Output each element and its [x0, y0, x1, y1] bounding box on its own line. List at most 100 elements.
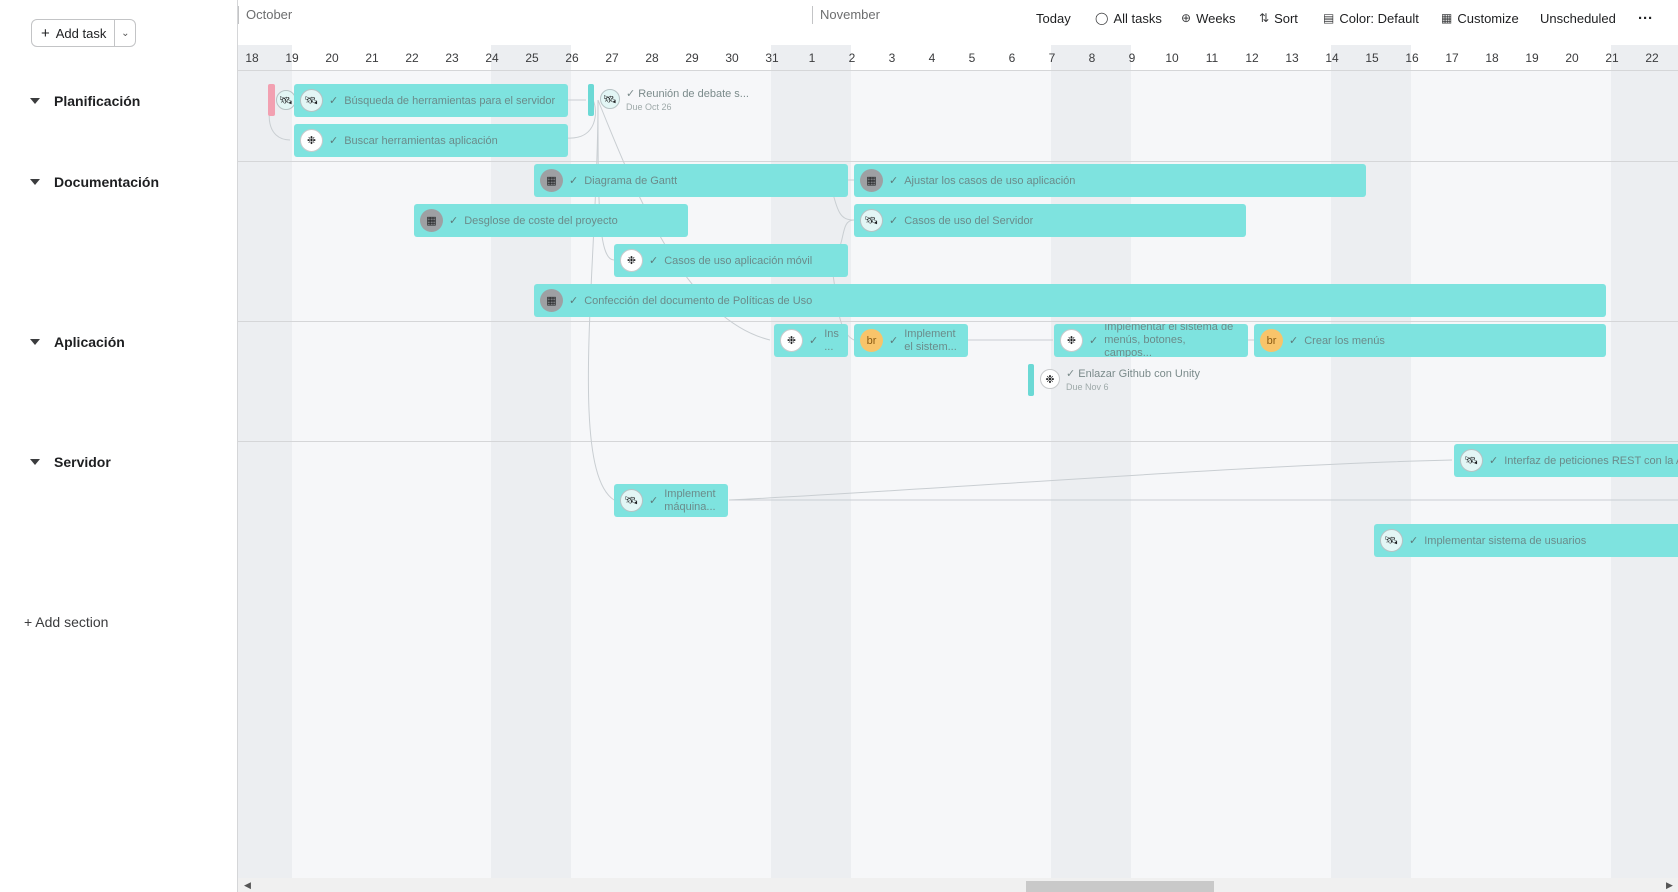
- milestone-github[interactable]: ❉ ✓ Enlazar Github con Unity Due Nov 6: [1028, 364, 1200, 396]
- milestone-title: Reunión de debate s...: [638, 88, 749, 100]
- globe-avatar-icon: ❉: [620, 249, 643, 272]
- scroll-right-icon[interactable]: ▶: [1666, 880, 1673, 891]
- caret-down-icon[interactable]: [30, 339, 40, 345]
- check-icon[interactable]: ✓: [1289, 334, 1298, 347]
- task-label: Implementar sistema de usuarios: [1424, 534, 1587, 547]
- task-label: Interfaz de peticiones REST con la A: [1504, 454, 1678, 467]
- task-label: Implementar el sistema de menús, botones…: [1104, 324, 1234, 357]
- satellite-avatar-icon: 🛰: [860, 209, 883, 232]
- due-date: Due Nov 6: [1066, 382, 1109, 392]
- check-icon[interactable]: ✓: [449, 214, 458, 227]
- add-task-button[interactable]: + Add task: [32, 20, 116, 46]
- task-label: Desglose de coste del proyecto: [464, 214, 618, 227]
- task-bar-implement-sistem[interactable]: br ✓ Implement el sistem...: [854, 324, 968, 357]
- satellite-avatar-icon: 🛰: [620, 489, 643, 512]
- milestone-text: ✓ Enlazar Github con Unity Due Nov 6: [1066, 368, 1200, 394]
- check-icon[interactable]: ✓: [1066, 368, 1078, 380]
- task-bar-casos-movil[interactable]: ❉ ✓ Casos de uso aplicación móvil: [614, 244, 848, 277]
- check-icon[interactable]: ✓: [569, 174, 578, 187]
- add-section-button[interactable]: + Add section: [24, 614, 108, 630]
- task-bar-usuarios[interactable]: 🛰 ✓ Implementar sistema de usuarios: [1374, 524, 1678, 557]
- task-bar-implement-maquina[interactable]: 🛰 ✓ Implement máquina...: [614, 484, 728, 517]
- task-label: Implement el sistem...: [904, 327, 957, 353]
- section-documentacion[interactable]: Documentación: [30, 174, 159, 190]
- scroll-left-icon[interactable]: ◀: [244, 880, 251, 891]
- add-task-button-group: + Add task ⌄: [31, 19, 137, 47]
- task-bar-implementar-menus[interactable]: ❉ ✓ Implementar el sistema de menús, bot…: [1054, 324, 1248, 357]
- task-label: Casos de uso del Servidor: [904, 214, 1034, 227]
- task-bar-gantt[interactable]: ▦ ✓ Diagrama de Gantt: [534, 164, 848, 197]
- document-avatar-icon: ▦: [540, 289, 563, 312]
- section-servidor[interactable]: Servidor: [30, 454, 111, 470]
- check-icon[interactable]: ✓: [889, 214, 898, 227]
- check-icon[interactable]: ✓: [649, 254, 658, 267]
- task-label: Implement máquina...: [664, 487, 716, 513]
- check-icon[interactable]: ✓: [889, 334, 898, 347]
- section-planificacion[interactable]: Planificación: [30, 93, 140, 109]
- caret-down-icon[interactable]: [30, 179, 40, 185]
- task-label: Crear los menús: [1304, 334, 1385, 347]
- satellite-avatar-icon: 🛰: [600, 89, 620, 109]
- milestone-tick: [1028, 364, 1034, 396]
- task-bar-ins[interactable]: ❉ ✓ Ins ...: [774, 324, 848, 357]
- globe-avatar-icon: ❉: [1040, 369, 1060, 389]
- task-bar-crear-menus[interactable]: br ✓ Crear los menús: [1254, 324, 1606, 357]
- globe-avatar-icon: ❉: [1060, 329, 1083, 352]
- milestone-title: Enlazar Github con Unity: [1078, 368, 1200, 380]
- globe-avatar-icon: ❉: [780, 329, 803, 352]
- task-label: Confección del documento de Políticas de…: [584, 294, 813, 307]
- check-icon[interactable]: ✓: [569, 294, 578, 307]
- task-label: Buscar herramientas aplicación: [344, 134, 498, 147]
- task-label: Diagrama de Gantt: [584, 174, 678, 187]
- task-bar-desglose[interactable]: ▦ ✓ Desglose de coste del proyecto: [414, 204, 688, 237]
- plus-icon: +: [41, 24, 50, 42]
- caret-down-icon[interactable]: [30, 98, 40, 104]
- section-label: Planificación: [54, 93, 141, 109]
- milestone-tick: [588, 84, 594, 116]
- check-icon[interactable]: ✓: [1489, 454, 1498, 467]
- task-bar-busqueda[interactable]: 🛰 ✓ Búsqueda de herramientas para el ser…: [294, 84, 568, 117]
- task-bar-ajustar[interactable]: ▦ ✓ Ajustar los casos de uso aplicación: [854, 164, 1366, 197]
- check-icon[interactable]: ✓: [1089, 334, 1098, 347]
- document-avatar-icon: ▦: [420, 209, 443, 232]
- check-icon[interactable]: ✓: [329, 94, 338, 107]
- check-icon[interactable]: ✓: [809, 334, 818, 347]
- timeline[interactable]: October November 18 19 20 21 22 23 24 25 26 27 28 2…: [238, 0, 1678, 892]
- add-task-label: Add task: [55, 25, 107, 41]
- task-label: Casos de uso aplicación móvil: [664, 254, 813, 267]
- milestone-reunion[interactable]: 🛰 ✓ Reunión de debate s... Due Oct 26: [588, 84, 749, 116]
- milestone-marker[interactable]: [268, 84, 275, 116]
- check-icon[interactable]: ✓: [626, 88, 638, 100]
- milestone-text: ✓ Reunión de debate s... Due Oct 26: [626, 88, 749, 114]
- section-label: Aplicación: [54, 334, 125, 350]
- chevron-down-icon[interactable]: ⌄: [115, 20, 135, 46]
- task-bar-interfaz[interactable]: 🛰 ✓ Interfaz de peticiones REST con la A: [1454, 444, 1678, 477]
- task-label: Búsqueda de herramientas para el servido…: [344, 94, 556, 107]
- gantt-app: + Add task ⌄ Planificación Documentación…: [0, 0, 1678, 892]
- horizontal-scrollbar[interactable]: ◀ ▶: [238, 878, 1678, 892]
- check-icon[interactable]: ✓: [329, 134, 338, 147]
- task-label: Ajustar los casos de uso aplicación: [904, 174, 1076, 187]
- globe-avatar-icon: ❉: [300, 129, 323, 152]
- scroll-thumb[interactable]: [1026, 881, 1214, 892]
- caret-down-icon[interactable]: [30, 459, 40, 465]
- section-label: Servidor: [54, 454, 111, 470]
- check-icon[interactable]: ✓: [1409, 534, 1418, 547]
- task-label: Ins ...: [824, 327, 839, 353]
- user-avatar: br: [1260, 329, 1283, 352]
- task-bar-casos-servidor[interactable]: 🛰 ✓ Casos de uso del Servidor: [854, 204, 1246, 237]
- section-label: Documentación: [54, 174, 160, 190]
- check-icon[interactable]: ✓: [889, 174, 898, 187]
- task-bar-buscar[interactable]: ❉ ✓ Buscar herramientas aplicación: [294, 124, 568, 157]
- satellite-avatar-icon: 🛰: [300, 89, 323, 112]
- check-icon[interactable]: ✓: [649, 494, 658, 507]
- document-avatar-icon: ▦: [540, 169, 563, 192]
- due-date: Due Oct 26: [626, 102, 672, 112]
- satellite-icon: 🛰: [276, 90, 296, 110]
- sections-panel: + Add task ⌄ Planificación Documentación…: [0, 0, 238, 892]
- document-avatar-icon: ▦: [860, 169, 883, 192]
- section-aplicacion[interactable]: Aplicación: [30, 334, 125, 350]
- task-bar-politicas[interactable]: ▦ ✓ Confección del documento de Política…: [534, 284, 1606, 317]
- satellite-avatar-icon: 🛰: [1380, 529, 1403, 552]
- satellite-avatar-icon: 🛰: [1460, 449, 1483, 472]
